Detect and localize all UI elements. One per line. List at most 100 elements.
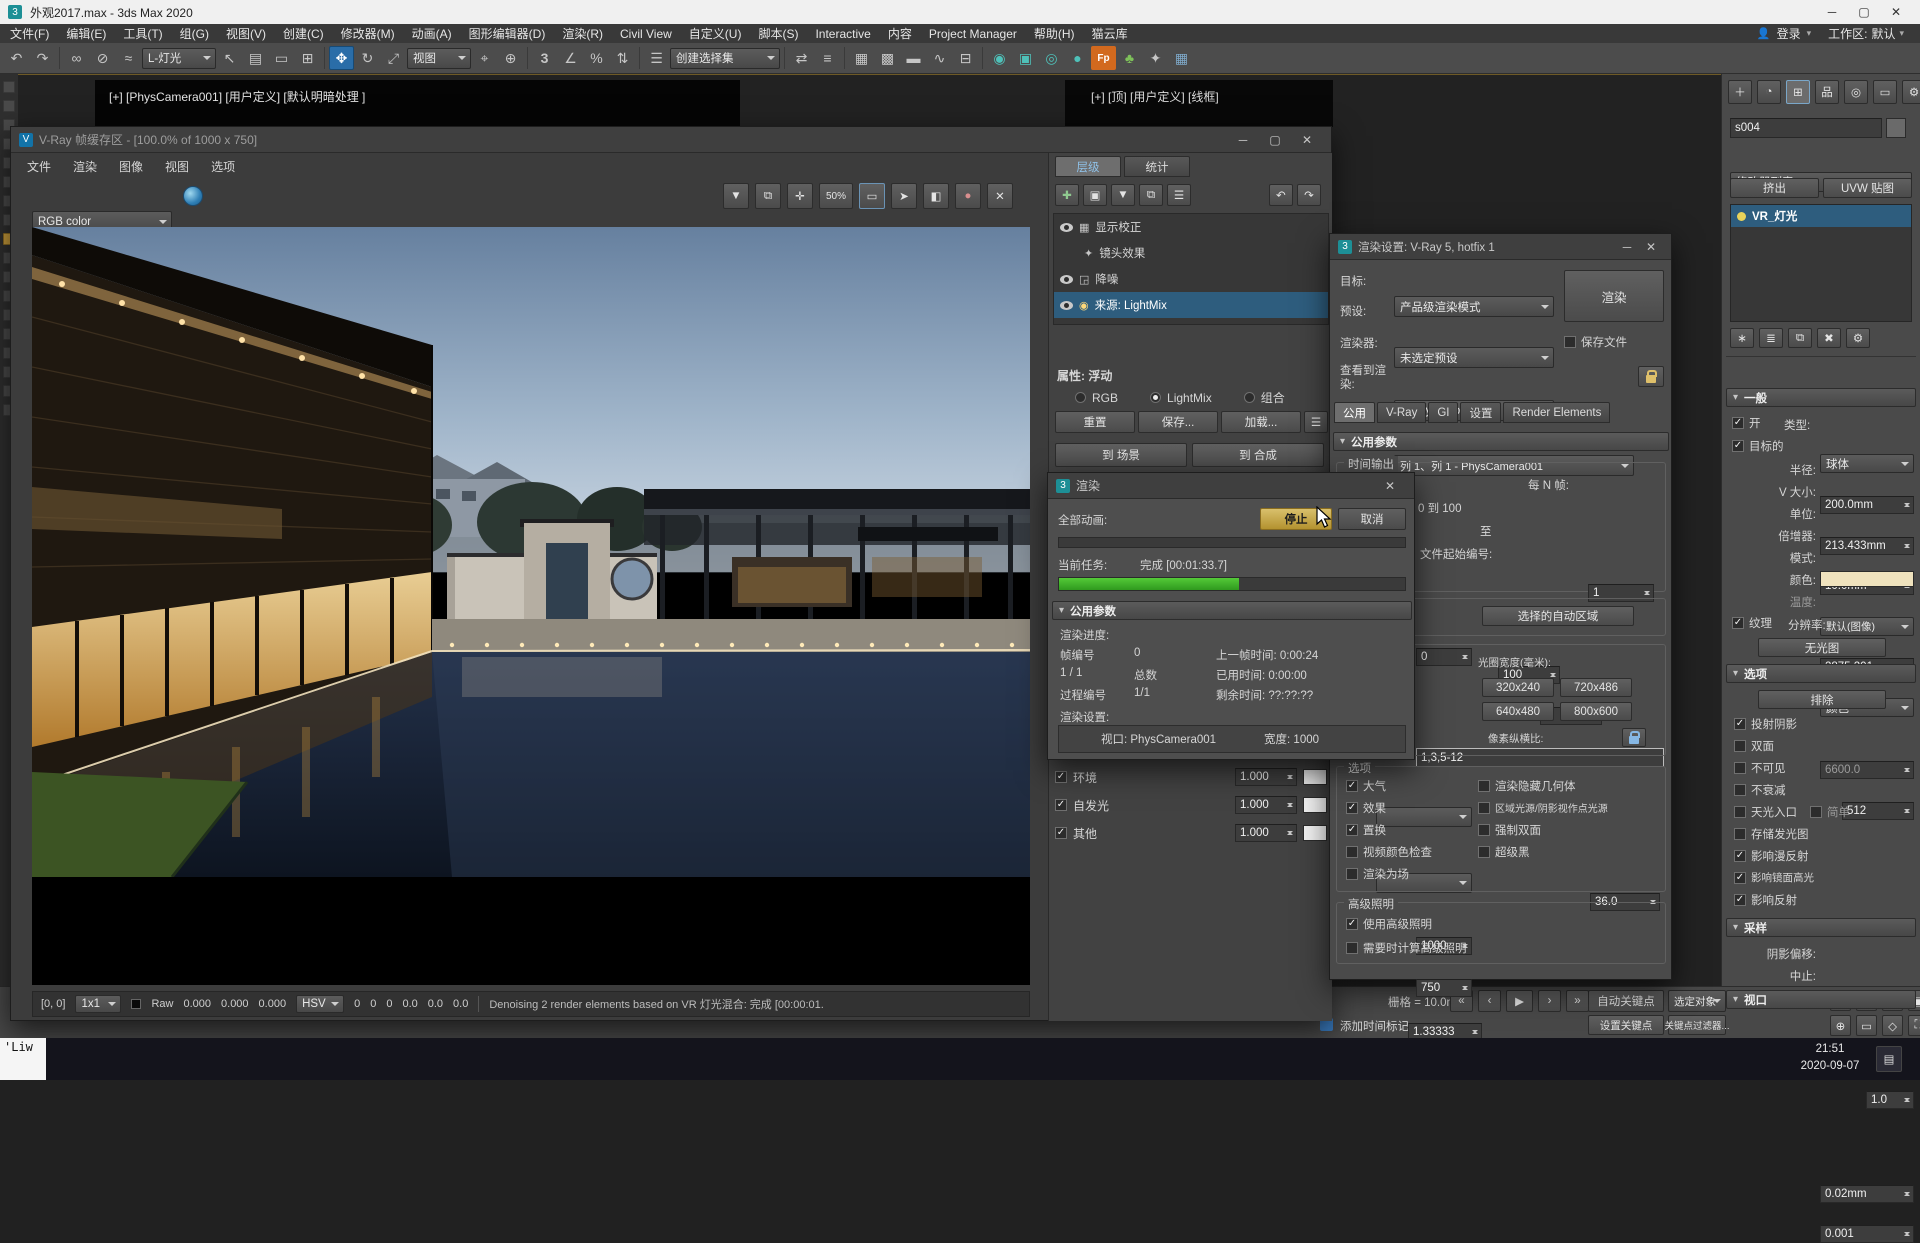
atmosphere-checkbox[interactable] [1346, 780, 1358, 792]
percent-snap-icon[interactable] [584, 46, 609, 70]
cutoff-spinner[interactable]: 0.001 [1820, 1225, 1914, 1243]
simple-portal-checkbox[interactable] [1810, 806, 1822, 818]
res-640-button[interactable]: 640x480 [1482, 702, 1554, 721]
reset-button[interactable]: 重置 [1055, 411, 1135, 433]
render-button[interactable]: 渲染 [1564, 270, 1664, 322]
affect-specular-checkbox[interactable] [1734, 872, 1746, 884]
resolution-spinner[interactable]: 512 [1842, 802, 1914, 820]
res-800-button[interactable]: 800x600 [1560, 702, 1632, 721]
edit-named-selections-icon[interactable] [644, 46, 669, 70]
temperature-spinner[interactable]: 6600.0 [1820, 761, 1914, 779]
layer-source-lightmix[interactable]: 来源: LightMix [1054, 292, 1328, 318]
tab-layers[interactable]: 层级 [1055, 156, 1121, 177]
selected-objects-dropdown[interactable]: 选定对象 [1668, 990, 1726, 1012]
region-render-icon[interactable] [859, 183, 885, 209]
lock-view-button[interactable] [1638, 366, 1664, 387]
named-selection-sets-dropdown[interactable]: 创建选择集 [670, 48, 780, 69]
undo-icon[interactable] [4, 46, 29, 70]
selfillum-checkbox[interactable] [1055, 799, 1067, 811]
motion-tab-icon[interactable] [1844, 80, 1868, 104]
spinner-snap-icon[interactable] [610, 46, 635, 70]
bind-to-spacewarp-icon[interactable] [116, 46, 141, 70]
menu-views[interactable]: 视图(V) [226, 25, 266, 42]
layer-manager-icon[interactable] [875, 46, 900, 70]
create-tab-icon[interactable] [1757, 80, 1781, 104]
pixel-aspect-lock-button[interactable] [1622, 728, 1646, 747]
double-sided-checkbox[interactable] [1734, 740, 1746, 752]
layer-list-icon[interactable] [1167, 184, 1191, 206]
visibility-eye-icon[interactable] [1060, 223, 1073, 232]
menu-civil-view[interactable]: Civil View [620, 27, 672, 41]
force-2sided-checkbox[interactable] [1478, 824, 1490, 836]
env-value-spinner[interactable]: 1.000 [1235, 768, 1297, 786]
modify-tab-icon[interactable] [1786, 80, 1810, 104]
select-and-link-icon[interactable] [64, 46, 89, 70]
pin-stack-icon[interactable] [1728, 80, 1752, 104]
rest-checkbox[interactable] [1055, 827, 1067, 839]
tab-common[interactable]: 公用 [1334, 402, 1375, 423]
progress-close-button[interactable] [1374, 474, 1406, 498]
remove-modifier-button[interactable] [1817, 328, 1841, 348]
curve-editor-icon[interactable] [927, 46, 952, 70]
menu-project-manager[interactable]: Project Manager [929, 27, 1017, 41]
more-options-icon[interactable] [1304, 411, 1328, 433]
area-lights-checkbox[interactable] [1478, 802, 1490, 814]
lightmix-row-selfillum[interactable]: 自发光 1.000 [1055, 793, 1327, 817]
add-layer-icon[interactable] [1055, 184, 1079, 206]
texture-checkbox[interactable] [1732, 617, 1744, 629]
res-720-button[interactable]: 720x486 [1560, 678, 1632, 697]
camera-viewport[interactable]: [+] [PhysCamera001] [用户定义] [默认明暗处理 ] [95, 80, 740, 127]
utilities-tab-icon[interactable] [1902, 80, 1920, 104]
zoom-extents-icon[interactable] [1830, 1015, 1851, 1036]
angle-snap-icon[interactable] [558, 46, 583, 70]
make-unique-button[interactable] [1788, 328, 1812, 348]
visibility-eye-icon[interactable] [1060, 301, 1073, 310]
rest-value-spinner[interactable]: 1.000 [1235, 824, 1297, 842]
maxscript-listener[interactable]: 'Liw [0, 1038, 46, 1080]
rollout-general[interactable]: 一般 [1726, 388, 1916, 407]
select-and-move-icon[interactable] [329, 46, 354, 70]
vfb-maximize-button[interactable] [1259, 128, 1291, 152]
shadow-bias-spinner[interactable]: 0.02mm [1820, 1185, 1914, 1203]
mirror-icon[interactable] [789, 46, 814, 70]
display-tab-icon[interactable] [1873, 80, 1897, 104]
selfillum-color-swatch[interactable] [1303, 797, 1327, 813]
maximize-button[interactable] [1848, 0, 1880, 24]
hsv-dropdown[interactable]: HSV [296, 995, 344, 1013]
menu-group[interactable]: 组(G) [180, 25, 209, 42]
next-frame-button[interactable] [1538, 990, 1561, 1012]
menu-scripting[interactable]: 脚本(S) [758, 25, 798, 42]
use-pivot-center-icon[interactable] [472, 46, 497, 70]
env-color-swatch[interactable] [1303, 769, 1327, 785]
select-region-icon[interactable] [269, 46, 294, 70]
fp-plugin-icon[interactable]: Fp [1091, 46, 1116, 70]
store-irradiance-checkbox[interactable] [1734, 828, 1746, 840]
play-button[interactable] [1506, 990, 1533, 1012]
previous-frame-button[interactable] [1478, 990, 1501, 1012]
tab-render-elements[interactable]: Render Elements [1503, 402, 1610, 423]
hierarchy-tab-icon[interactable] [1815, 80, 1839, 104]
layer-denoiser[interactable]: 降噪 [1054, 266, 1328, 292]
rs-close-button[interactable] [1639, 235, 1663, 259]
effects-checkbox[interactable] [1346, 802, 1358, 814]
lightning-icon[interactable] [1143, 46, 1168, 70]
configure-modifier-button[interactable] [1846, 328, 1870, 348]
vfb-menu-render[interactable]: 渲染 [73, 158, 97, 175]
select-and-rotate-icon[interactable] [355, 46, 380, 70]
menu-content[interactable]: 内容 [888, 25, 912, 42]
layer-lens-effects[interactable]: 镜头效果 [1054, 240, 1328, 266]
menu-animation[interactable]: 动画(A) [412, 25, 452, 42]
top-viewport[interactable]: [+] [顶] [用户定义] [线框] [1065, 80, 1333, 127]
material-editor-icon[interactable] [987, 46, 1012, 70]
menu-create[interactable]: 创建(C) [283, 25, 324, 42]
forest-plugin-icon[interactable] [1117, 46, 1142, 70]
select-by-name-icon[interactable] [243, 46, 268, 70]
left-tool-icon[interactable] [3, 81, 15, 93]
auto-region-button[interactable]: 选择的自动区域 [1482, 606, 1634, 626]
menu-edit[interactable]: 编辑(E) [66, 25, 106, 42]
track-mouse-icon[interactable] [787, 183, 813, 209]
tab-stats[interactable]: 统计 [1124, 156, 1190, 177]
vfb-menu-file[interactable]: 文件 [27, 158, 51, 175]
render-fields-checkbox[interactable] [1346, 868, 1358, 880]
vfb-menu-view[interactable]: 视图 [165, 158, 189, 175]
